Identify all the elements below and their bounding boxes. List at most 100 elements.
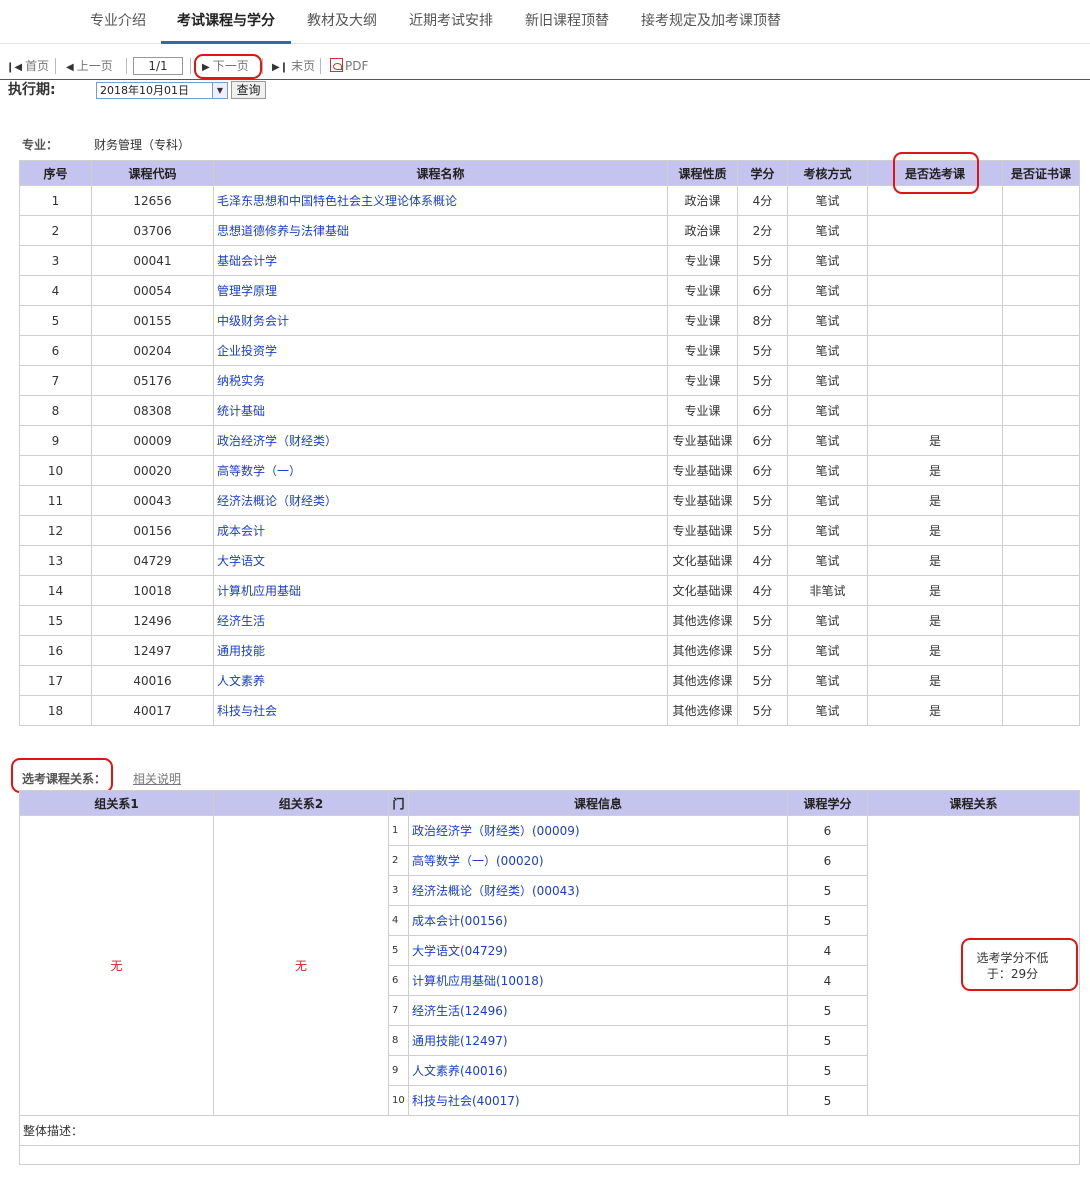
course-info-link[interactable]: 经济法概论（财经类）(00043)	[408, 875, 788, 906]
course-index: 5	[388, 935, 409, 966]
course-info-link[interactable]: 科技与社会(40017)	[408, 1085, 788, 1116]
chevron-down-icon[interactable]: ▼	[212, 83, 227, 98]
major-value: 财务管理（专科）	[94, 138, 191, 152]
table-cell: 00155	[91, 305, 214, 336]
course-credit: 6	[787, 845, 868, 876]
course-name-link[interactable]: 成本会计	[213, 515, 668, 546]
course-info-link[interactable]: 经济生活(12496)	[408, 995, 788, 1026]
table-cell: 00054	[91, 275, 214, 306]
table-cell: 00041	[91, 245, 214, 276]
table-row: 10 00020 高等数学（一） 专业基础课 6分 笔试是	[19, 455, 1080, 486]
table-cell: 笔试	[787, 695, 868, 726]
course-info-link[interactable]: 通用技能(12497)	[408, 1025, 788, 1056]
course-info-link[interactable]: 成本会计(00156)	[408, 905, 788, 936]
table-cell: 5分	[737, 605, 788, 636]
tab-exam-courses[interactable]: 考试课程与学分	[161, 0, 291, 44]
table-cell: 专业课	[667, 245, 738, 276]
pdf-export-button[interactable]: PDF	[330, 57, 368, 75]
query-button[interactable]: 查询	[231, 81, 266, 99]
table-row: 15 12496 经济生活 其他选修课 5分 笔试是	[19, 605, 1080, 636]
table-cell: 专业课	[667, 305, 738, 336]
course-info-link[interactable]: 大学语文(04729)	[408, 935, 788, 966]
course-name-link[interactable]: 中级财务会计	[213, 305, 668, 336]
table-cell: 专业基础课	[667, 425, 738, 456]
table-cell: 其他选修课	[667, 635, 738, 666]
elective-relation-table: 组关系1 组关系2 门 课程信息 课程学分 课程关系 无无 1 政治经济学（财经类）…	[19, 790, 1080, 1165]
tab-exam-schedule[interactable]: 近期考试安排	[393, 0, 509, 44]
table-cell: 笔试	[787, 395, 868, 426]
course-name-link[interactable]: 大学语文	[213, 545, 668, 576]
execution-date-select[interactable]: 2018年10月01日 ▼	[96, 82, 228, 99]
course-info-link[interactable]: 高等数学（一）(00020)	[408, 845, 788, 876]
course-relation: 选考学分不低于：29分	[867, 815, 1080, 1116]
table-cell	[1002, 335, 1080, 366]
table-row: 18 40017 科技与社会 其他选修课 5分 笔试是	[19, 695, 1080, 726]
table-cell	[1002, 305, 1080, 336]
course-info-link[interactable]: 政治经济学（财经类）(00009)	[408, 815, 788, 846]
table-cell	[1002, 575, 1080, 606]
course-credit: 4	[787, 965, 868, 996]
course-name-link[interactable]: 人文素养	[213, 665, 668, 696]
last-page-button[interactable]: ▶❙ 末页	[272, 57, 315, 75]
table-cell: 00009	[91, 425, 214, 456]
first-page-button[interactable]: ❙◀ 首页	[6, 57, 49, 75]
table-cell: 5分	[737, 695, 788, 726]
first-page-label: 首页	[25, 59, 50, 73]
table-cell: 笔试	[787, 335, 868, 366]
column-header: 学分	[737, 160, 788, 186]
related-notes-link[interactable]: 相关说明	[133, 770, 181, 787]
table-cell: 是	[867, 515, 1003, 546]
course-info-link[interactable]: 计算机应用基础(10018)	[408, 965, 788, 996]
table-row: 17 40016 人文素养 其他选修课 5分 笔试是	[19, 665, 1080, 696]
course-credit: 6	[787, 815, 868, 846]
next-page-button[interactable]: ▶ 下一页	[202, 57, 249, 75]
column-header: 课程代码	[91, 160, 214, 186]
course-name-link[interactable]: 高等数学（一）	[213, 455, 668, 486]
course-name-link[interactable]: 思想道德修养与法律基础	[213, 215, 668, 246]
course-info-link[interactable]: 人文素养(40016)	[408, 1055, 788, 1086]
course-name-link[interactable]: 政治经济学（财经类）	[213, 425, 668, 456]
table-cell: 05176	[91, 365, 214, 396]
table-cell: 专业基础课	[667, 485, 738, 516]
column-header: 是否选考课	[867, 160, 1003, 186]
table-cell: 是	[867, 455, 1003, 486]
column-header: 组关系2	[213, 790, 389, 816]
course-name-link[interactable]: 毛泽东思想和中国特色社会主义理论体系概论	[213, 185, 668, 216]
course-name-link[interactable]: 经济法概论（财经类）	[213, 485, 668, 516]
page-number-input[interactable]	[133, 57, 183, 75]
table-cell: 笔试	[787, 425, 868, 456]
course-name-link[interactable]: 科技与社会	[213, 695, 668, 726]
table-row: 14 10018 计算机应用基础 文化基础课 4分 非笔试是	[19, 575, 1080, 606]
table-cell: 12	[19, 515, 92, 546]
tab-transfer-rules[interactable]: 接考规定及加考课顶替	[625, 0, 797, 44]
course-name-link[interactable]: 管理学原理	[213, 275, 668, 306]
course-name-link[interactable]: 纳税实务	[213, 365, 668, 396]
table-cell: 政治课	[667, 215, 738, 246]
table-row: 9 00009 政治经济学（财经类） 专业基础课 6分 笔试是	[19, 425, 1080, 456]
pdf-label: PDF	[345, 59, 369, 73]
table-row: 1 12656 毛泽东思想和中国特色社会主义理论体系概论 政治课 4分 笔试	[19, 185, 1080, 216]
table-cell: 5分	[737, 365, 788, 396]
course-name-link[interactable]: 基础会计学	[213, 245, 668, 276]
tab-course-replacement[interactable]: 新旧课程顶替	[509, 0, 625, 44]
course-name-link[interactable]: 通用技能	[213, 635, 668, 666]
course-name-link[interactable]: 企业投资学	[213, 335, 668, 366]
table-cell: 5分	[737, 635, 788, 666]
table-cell	[1002, 515, 1080, 546]
prev-page-button[interactable]: ◀ 上一页	[66, 57, 113, 75]
table-cell: 6	[19, 335, 92, 366]
column-header: 课程名称	[213, 160, 668, 186]
tab-textbooks[interactable]: 教材及大纲	[291, 0, 393, 44]
course-name-link[interactable]: 统计基础	[213, 395, 668, 426]
course-name-link[interactable]: 计算机应用基础	[213, 575, 668, 606]
table-cell: 1	[19, 185, 92, 216]
table-cell: 40016	[91, 665, 214, 696]
table-cell: 是	[867, 695, 1003, 726]
table-cell: 是	[867, 605, 1003, 636]
column-header: 是否证书课	[1002, 160, 1080, 186]
tab-major-intro[interactable]: 专业介绍	[74, 0, 162, 44]
course-name-link[interactable]: 经济生活	[213, 605, 668, 636]
table-cell: 是	[867, 545, 1003, 576]
table-cell: 其他选修课	[667, 605, 738, 636]
table-cell	[1002, 485, 1080, 516]
